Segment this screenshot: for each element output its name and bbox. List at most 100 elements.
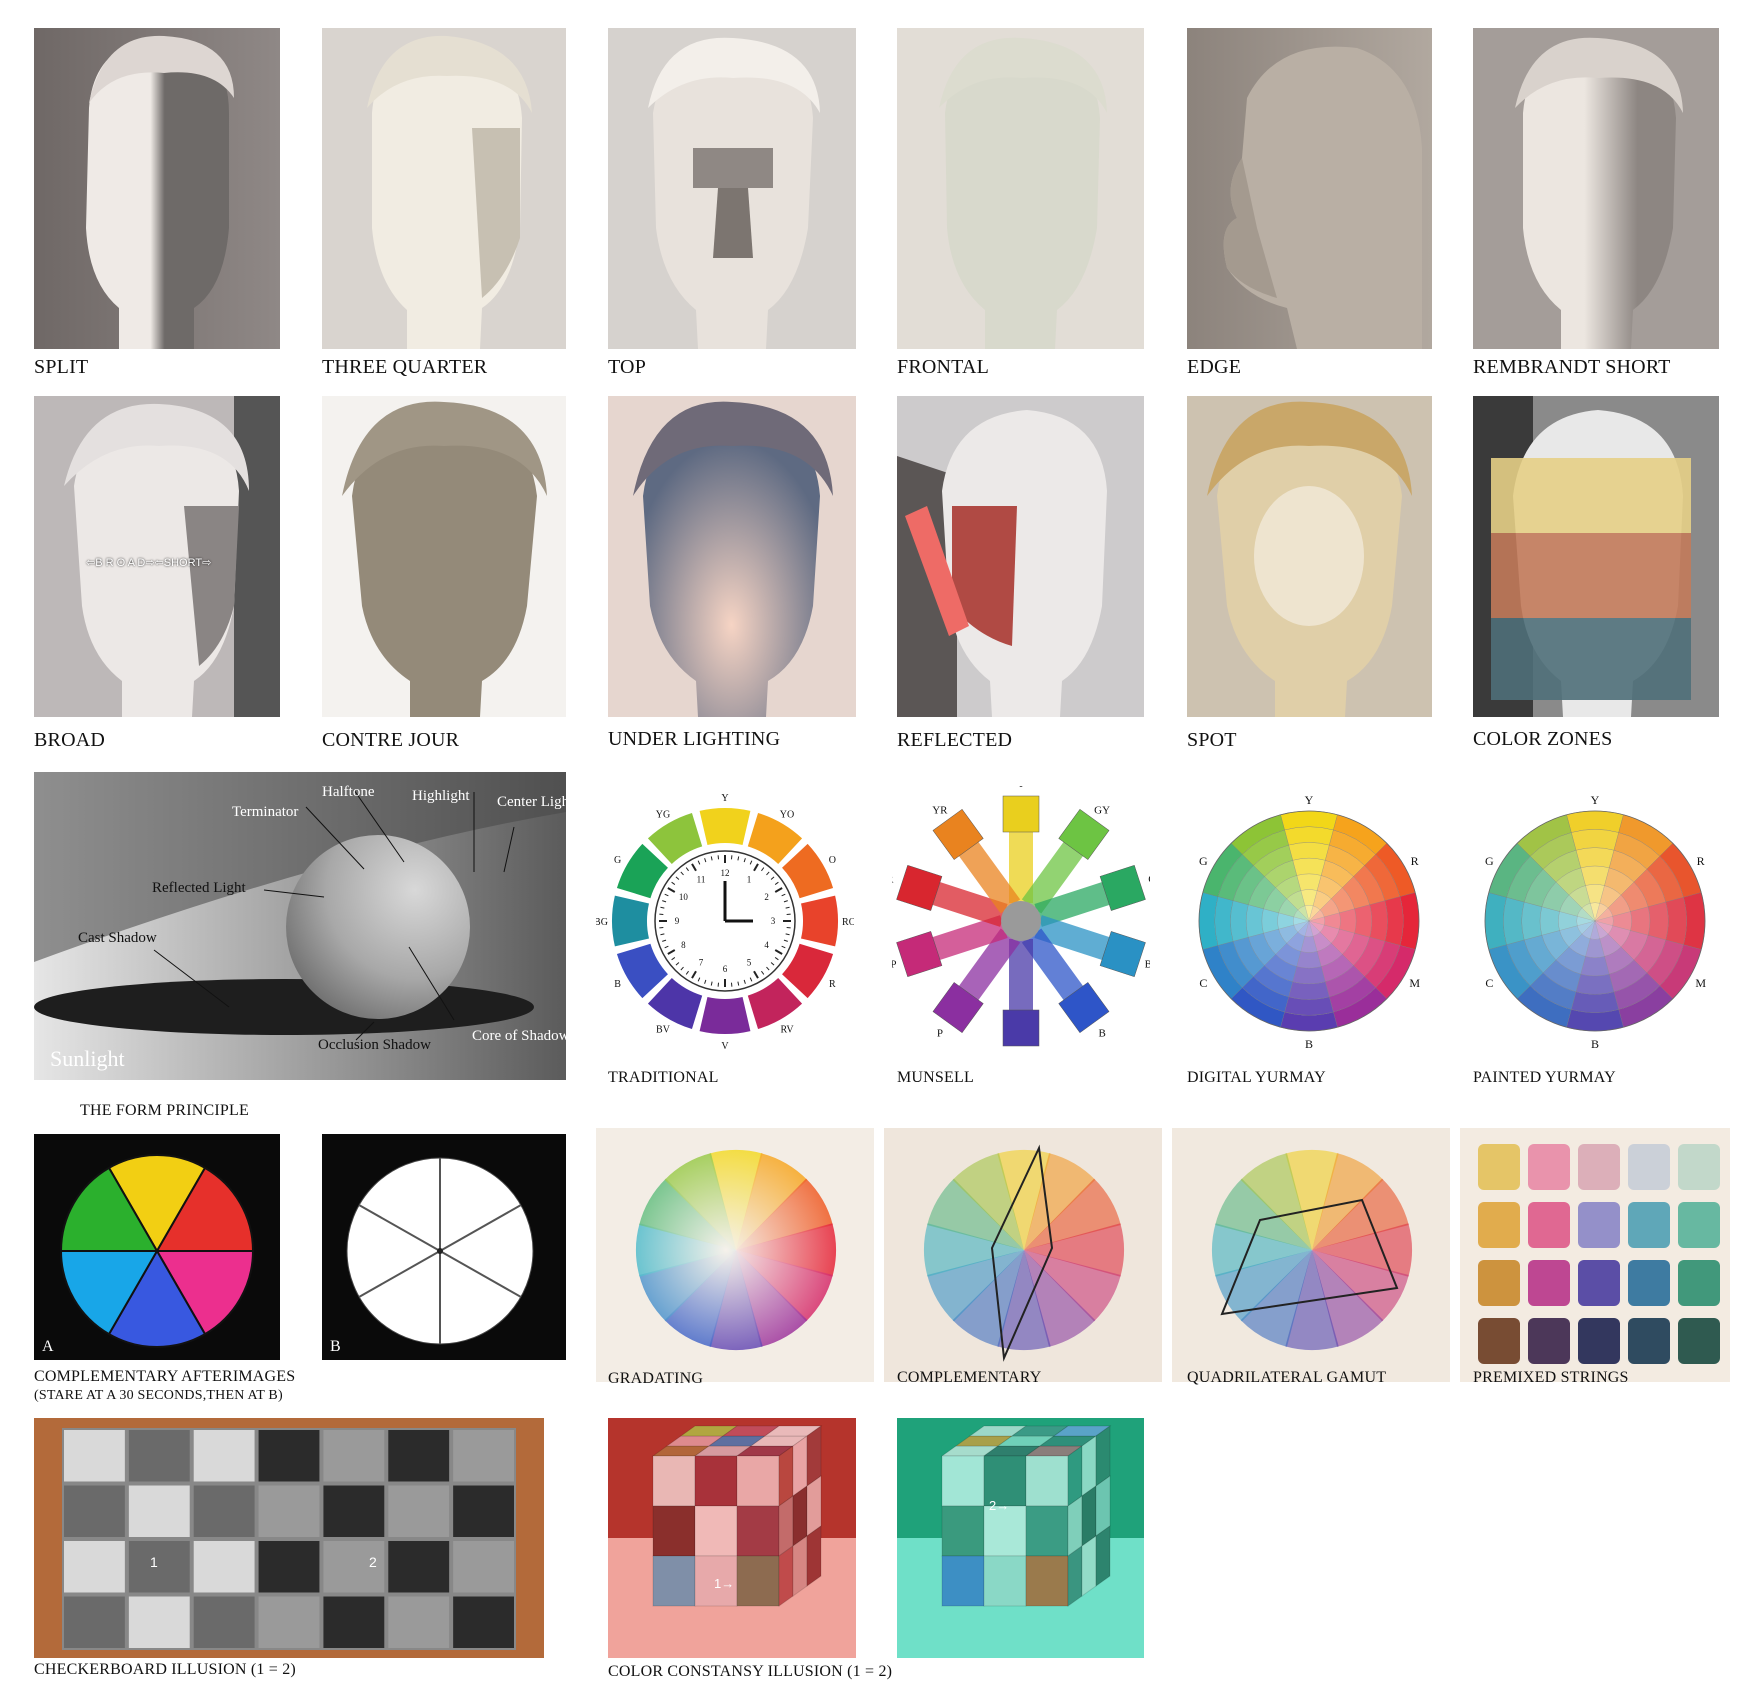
traditional-label: YO: [780, 810, 794, 821]
checker-square: [128, 1596, 190, 1648]
checker-mark-2: 2: [369, 1554, 377, 1570]
clock-number: 6: [723, 964, 728, 974]
yurmay-label: G: [1199, 854, 1208, 868]
premixed-swatch: [1528, 1144, 1570, 1190]
caption-contre-jour: CONTRE JOUR: [322, 729, 460, 751]
cube-front-cell: [652, 1555, 696, 1607]
yurmay-label: C: [1199, 976, 1207, 990]
cube-front-cell: [1025, 1455, 1069, 1507]
clock-number: 3: [771, 916, 776, 926]
head-photo-frontal: [897, 28, 1144, 349]
yurmay-cell: [1354, 904, 1372, 938]
cube-side-cell: [806, 1525, 822, 1587]
gamut-complementary: [884, 1128, 1162, 1382]
checker-square: [453, 1596, 514, 1648]
caption-painted-yurmay: PAINTED YURMAY: [1473, 1069, 1616, 1086]
munsell-label: Y: [1017, 786, 1025, 790]
traditional-segment: [747, 978, 803, 1030]
yurmay-cell: [1630, 906, 1651, 936]
checker-square: [258, 1430, 320, 1482]
yurmay-label: M: [1695, 976, 1706, 990]
head-photo-contre-jour: [322, 396, 566, 717]
label-halftone: Halftone: [322, 784, 375, 800]
label-reflected-light: Reflected Light: [152, 880, 247, 896]
yurmay-cell: [1384, 896, 1404, 946]
checker-square: [323, 1485, 385, 1537]
broad-short-overlay: ⇦B R O A D⇨⇦SHORT⇨: [86, 557, 212, 569]
yurmay-cell: [1292, 858, 1326, 876]
premixed-swatch: [1678, 1144, 1720, 1190]
label-highlight: Highlight: [412, 788, 470, 804]
caption-rembrandt-short: REMBRANDT SHORT: [1473, 356, 1671, 378]
clock-number: 12: [721, 868, 730, 878]
wheel-munsell: Y GY G BG B PB P RP R YR: [892, 786, 1150, 1056]
caption-afterimages-instructions: (STARE AT A 30 SECONDS,THEN AT B): [34, 1388, 283, 1403]
caption-afterimages: COMPLEMENTARY AFTERIMAGES: [34, 1368, 296, 1385]
gamut-quadrilateral: [1172, 1128, 1450, 1382]
yurmay-cell: [1296, 873, 1322, 891]
yurmay-cell: [1369, 900, 1388, 942]
checker-square: [193, 1541, 255, 1593]
traditional-segment: [699, 808, 751, 845]
wheel-digital-yurmay: Y R M B C G: [1180, 786, 1438, 1056]
caption-reflected: REFLECTED: [897, 729, 1013, 751]
cube-front-cell: [941, 1555, 985, 1607]
yurmay-label: G: [1485, 854, 1494, 868]
checker-square: [128, 1541, 190, 1593]
label-occlusion-shadow: Occlusion Shadow: [318, 1037, 431, 1053]
yurmay-cell: [1566, 1009, 1624, 1032]
caption-form-principle: THE FORM PRINCIPLE: [80, 1102, 249, 1119]
clock-number: 1: [747, 874, 752, 884]
cube-front-cell: [941, 1455, 985, 1507]
caption-three-quarter: THREE QUARTER: [322, 356, 488, 378]
afterimage-panel-b: B: [322, 1134, 566, 1360]
traditional-label: V: [721, 1041, 729, 1052]
yurmay-cell: [1539, 906, 1560, 936]
premixed-swatch: [1678, 1260, 1720, 1306]
label-center-light: Center Light: [497, 794, 566, 810]
clock-number: 7: [699, 958, 704, 968]
premixed-swatch: [1478, 1318, 1520, 1364]
premixed-swatch: [1478, 1260, 1520, 1306]
traditional-label: Y: [721, 793, 728, 804]
premixed-swatch: [1628, 1260, 1670, 1306]
munsell-label: BG: [1145, 959, 1150, 971]
label-core-of-shadow: Core of Shadow: [472, 1028, 566, 1044]
caption-top: TOP: [608, 356, 647, 378]
yurmay-label: B: [1305, 1037, 1313, 1051]
head-photo-top: [608, 28, 856, 349]
premixed-swatch: [1528, 1202, 1570, 1248]
panel-a-letter: A: [42, 1338, 54, 1355]
cube-front-cell: [736, 1555, 780, 1607]
caption-edge: EDGE: [1187, 356, 1242, 378]
traditional-segment: [801, 895, 838, 947]
caption-under-lighting: UNDER LIGHTING: [608, 728, 781, 750]
munsell-label: RP: [892, 959, 896, 971]
cube-front-cell: [736, 1505, 780, 1557]
checker-square: [258, 1541, 320, 1593]
label-sunlight: Sunlight: [50, 1046, 125, 1071]
caption-checkerboard-illusion: CHECKERBOARD ILLUSION (1 = 2): [34, 1661, 296, 1678]
checker-square: [193, 1596, 255, 1648]
yurmay-label: R: [1697, 854, 1705, 868]
head-photo-under-lighting: [608, 396, 856, 717]
yurmay-label: C: [1485, 976, 1493, 990]
premixed-swatch: [1578, 1202, 1620, 1248]
traditional-label: YG: [656, 810, 670, 821]
caption-traditional: TRADITIONAL: [608, 1069, 719, 1086]
checker-square: [64, 1485, 125, 1537]
premixed-swatch: [1678, 1202, 1720, 1248]
cube-front-cell: [652, 1455, 696, 1507]
yurmay-cell: [1246, 904, 1264, 938]
traditional-label: G: [614, 855, 621, 866]
yurmay-cell: [1571, 829, 1619, 851]
caption-spot: SPOT: [1187, 729, 1237, 751]
premixed-swatch: [1478, 1144, 1520, 1190]
premixed-swatch: [1678, 1318, 1720, 1364]
constancy-cube-green: 2→: [897, 1418, 1144, 1658]
panel-b-letter: B: [330, 1338, 341, 1355]
yurmay-label: R: [1411, 854, 1419, 868]
yurmay-cell: [1288, 981, 1330, 1000]
clock-number: 10: [679, 892, 689, 902]
yurmay-cell: [1339, 908, 1357, 934]
